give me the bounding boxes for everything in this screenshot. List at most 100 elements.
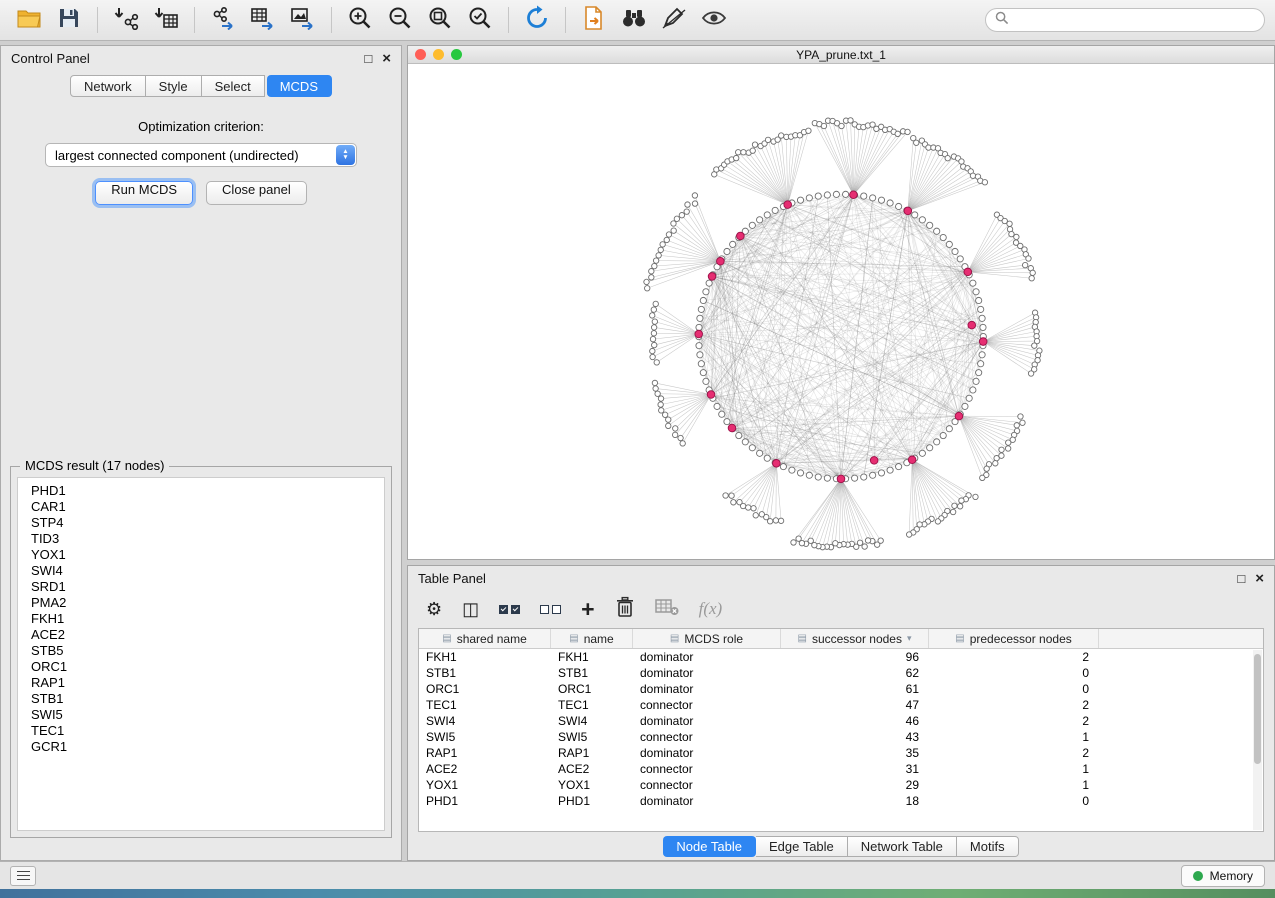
- mcds-result-item[interactable]: SWI5: [31, 707, 384, 723]
- import-network-button[interactable]: [107, 3, 145, 37]
- table-header-row: ▤ shared name ▤ name ▤ MCDS role ▤: [419, 629, 1263, 649]
- export-image-icon: [290, 6, 316, 35]
- table-cell: SWI4: [551, 713, 633, 729]
- column-header-successor-nodes[interactable]: ▤ successor nodes ▾: [781, 629, 929, 648]
- table-row[interactable]: ACE2ACE2connector311: [419, 761, 1263, 777]
- scrollbar-thumb[interactable]: [1254, 654, 1261, 764]
- zoom-in-button[interactable]: [341, 3, 379, 37]
- table-row[interactable]: RAP1RAP1dominator352: [419, 745, 1263, 761]
- mcds-result-item[interactable]: RAP1: [31, 675, 384, 691]
- function-builder-button[interactable]: f(x): [699, 599, 723, 619]
- column-header-name[interactable]: ▤ name: [551, 629, 633, 648]
- table-row[interactable]: PHD1PHD1dominator180: [419, 793, 1263, 809]
- table-row[interactable]: ORC1ORC1dominator610: [419, 681, 1263, 697]
- table-cell: SWI5: [551, 729, 633, 745]
- save-session-button[interactable]: [50, 3, 88, 37]
- zoom-selected-button[interactable]: [461, 3, 499, 37]
- deselect-all-rows-button[interactable]: [540, 605, 561, 614]
- close-window-icon[interactable]: [415, 49, 426, 60]
- mcds-result-item[interactable]: ORC1: [31, 659, 384, 675]
- window-traffic-lights: [415, 49, 462, 60]
- annotation-button[interactable]: [655, 3, 693, 37]
- close-panel-icon[interactable]: ×: [1255, 571, 1264, 586]
- unchecked-box-icon: [540, 605, 549, 614]
- table-cell: [1099, 649, 1263, 665]
- column-header-mcds-role[interactable]: ▤ MCDS role: [633, 629, 781, 648]
- zoom-fit-button[interactable]: [421, 3, 459, 37]
- delete-column-button[interactable]: [615, 596, 635, 623]
- mcds-result-item[interactable]: PHD1: [31, 483, 384, 499]
- run-mcds-button[interactable]: Run MCDS: [95, 181, 193, 205]
- search-input[interactable]: [1015, 13, 1255, 27]
- find-button[interactable]: [615, 3, 653, 37]
- table-row[interactable]: FKH1FKH1dominator962: [419, 649, 1263, 665]
- mcds-result-list[interactable]: PHD1CAR1STP4TID3YOX1SWI4SRD1PMA2FKH1ACE2…: [17, 477, 385, 831]
- table-row[interactable]: STB1STB1dominator620: [419, 665, 1263, 681]
- global-search-field[interactable]: [985, 8, 1265, 32]
- table-cell: 35: [781, 745, 929, 761]
- tab-select[interactable]: Select: [202, 75, 265, 97]
- show-hide-button[interactable]: [695, 3, 733, 37]
- checked-box-icon: [499, 605, 508, 614]
- open-file-button[interactable]: [10, 3, 48, 37]
- table-settings-button[interactable]: ⚙: [426, 599, 442, 620]
- close-panel-button[interactable]: Close panel: [206, 181, 307, 205]
- delete-table-button[interactable]: [655, 597, 679, 622]
- select-all-rows-button[interactable]: [499, 605, 520, 614]
- import-table-button[interactable]: [147, 3, 185, 37]
- refresh-view-button[interactable]: [518, 3, 556, 37]
- mcds-result-item[interactable]: YOX1: [31, 547, 384, 563]
- mcds-result-item[interactable]: SRD1: [31, 579, 384, 595]
- close-panel-icon[interactable]: ×: [382, 51, 391, 66]
- column-header-predecessor-nodes[interactable]: ▤ predecessor nodes: [929, 629, 1099, 648]
- tab-style[interactable]: Style: [146, 75, 202, 97]
- float-panel-icon[interactable]: □: [364, 52, 372, 65]
- memory-button[interactable]: Memory: [1181, 865, 1265, 887]
- export-table-button[interactable]: [244, 3, 282, 37]
- mcds-result-item[interactable]: CAR1: [31, 499, 384, 515]
- network-canvas[interactable]: [408, 64, 1274, 559]
- table-cell: 1: [929, 729, 1099, 745]
- float-panel-icon[interactable]: □: [1237, 572, 1245, 585]
- column-header-shared-name[interactable]: ▤ shared name: [419, 629, 551, 648]
- column-header-filler: [1099, 629, 1263, 648]
- minimize-window-icon[interactable]: [433, 49, 444, 60]
- mcds-result-item[interactable]: SWI4: [31, 563, 384, 579]
- criterion-dropdown[interactable]: largest connected component (undirected)…: [45, 143, 357, 167]
- table-row[interactable]: SWI5SWI5connector431: [419, 729, 1263, 745]
- tab-motifs[interactable]: Motifs: [957, 836, 1019, 857]
- add-column-button[interactable]: +: [581, 596, 594, 623]
- mcds-result-item[interactable]: TID3: [31, 531, 384, 547]
- mcds-result-item[interactable]: ACE2: [31, 627, 384, 643]
- table-cell: 47: [781, 697, 929, 713]
- table-cell: SWI5: [419, 729, 551, 745]
- toolbar-separator: [194, 7, 195, 33]
- mcds-result-item[interactable]: PMA2: [31, 595, 384, 611]
- tab-mcds[interactable]: MCDS: [267, 75, 332, 97]
- network-window-titlebar[interactable]: YPA_prune.txt_1: [408, 46, 1274, 64]
- table-row[interactable]: YOX1YOX1connector291: [419, 777, 1263, 793]
- mcds-result-item[interactable]: TEC1: [31, 723, 384, 739]
- mcds-result-item[interactable]: FKH1: [31, 611, 384, 627]
- table-cell: 18: [781, 793, 929, 809]
- export-image-button[interactable]: [284, 3, 322, 37]
- tab-edge-table[interactable]: Edge Table: [756, 836, 848, 857]
- tab-network[interactable]: Network: [70, 75, 146, 97]
- tab-network-table[interactable]: Network Table: [848, 836, 957, 857]
- table-row[interactable]: SWI4SWI4dominator462: [419, 713, 1263, 729]
- status-bar: Memory: [0, 861, 1275, 889]
- mcds-result-item[interactable]: STB1: [31, 691, 384, 707]
- table-tabs: Node Table Edge Table Network Table Moti…: [408, 832, 1274, 860]
- export-network-button[interactable]: [204, 3, 242, 37]
- tab-node-table[interactable]: Node Table: [663, 836, 756, 857]
- table-scrollbar[interactable]: [1253, 650, 1262, 830]
- mcds-result-item[interactable]: GCR1: [31, 739, 384, 755]
- column-visibility-button[interactable]: ◫: [462, 599, 479, 620]
- share-document-button[interactable]: [575, 3, 613, 37]
- maximize-window-icon[interactable]: [451, 49, 462, 60]
- table-row[interactable]: TEC1TEC1connector472: [419, 697, 1263, 713]
- mcds-result-item[interactable]: STB5: [31, 643, 384, 659]
- task-history-button[interactable]: [10, 866, 36, 886]
- mcds-result-item[interactable]: STP4: [31, 515, 384, 531]
- zoom-out-button[interactable]: [381, 3, 419, 37]
